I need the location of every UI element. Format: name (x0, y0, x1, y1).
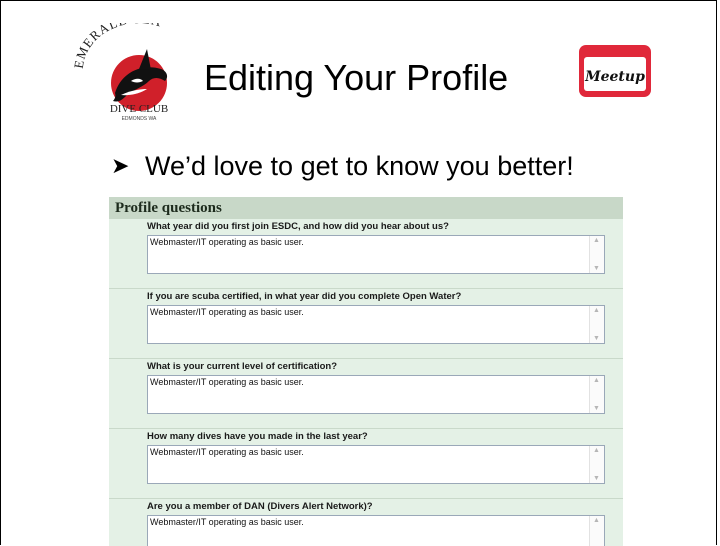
question-row: What year did you first join ESDC, and h… (109, 219, 623, 289)
meetup-badge: Meetup (579, 45, 651, 97)
answer-text: Webmaster/IT operating as basic user. (150, 377, 304, 387)
answer-textarea[interactable]: Webmaster/IT operating as basic user. ▲ … (147, 305, 605, 344)
answer-textarea[interactable]: Webmaster/IT operating as basic user. ▲ … (147, 515, 605, 546)
dive-club-logo: EMERALD SEA DIVE CLUB EDMONDS WA (71, 23, 168, 122)
answer-text: Webmaster/IT operating as basic user. (150, 307, 304, 317)
textarea-scrollbar[interactable]: ▲ ▼ (589, 236, 604, 273)
scroll-up-icon[interactable]: ▲ (593, 237, 600, 244)
arrow-right-icon: ➤ (111, 153, 130, 178)
bullet-text: We’d love to get to know you better! (145, 151, 574, 181)
question-row: Are you a member of DAN (Divers Alert Ne… (109, 499, 623, 546)
bullet-item: ➤ We’d love to get to know you better! (111, 151, 574, 182)
answer-textarea[interactable]: Webmaster/IT operating as basic user. ▲ … (147, 445, 605, 484)
profile-questions-heading: Profile questions (109, 197, 623, 219)
slide: EMERALD SEA DIVE CLUB EDMONDS WA Editing… (0, 0, 717, 546)
question-row: How many dives have you made in the last… (109, 429, 623, 499)
textarea-scrollbar[interactable]: ▲ ▼ (589, 376, 604, 413)
scroll-down-icon[interactable]: ▼ (593, 335, 600, 342)
question-label: What year did you first join ESDC, and h… (147, 221, 449, 232)
logo-name-text: DIVE CLUB (110, 103, 168, 115)
scroll-up-icon[interactable]: ▲ (593, 307, 600, 314)
textarea-scrollbar[interactable]: ▲ ▼ (589, 516, 604, 546)
meetup-badge-text: Meetup (584, 69, 645, 85)
scroll-down-icon[interactable]: ▼ (593, 405, 600, 412)
answer-textarea[interactable]: Webmaster/IT operating as basic user. ▲ … (147, 235, 605, 274)
answer-text: Webmaster/IT operating as basic user. (150, 447, 304, 457)
scroll-up-icon[interactable]: ▲ (593, 447, 600, 454)
answer-textarea[interactable]: Webmaster/IT operating as basic user. ▲ … (147, 375, 605, 414)
question-label: If you are scuba certified, in what year… (147, 291, 462, 302)
slide-title: Editing Your Profile (204, 57, 509, 98)
profile-questions-panel: Profile questions What year did you firs… (109, 197, 623, 546)
question-label: Are you a member of DAN (Divers Alert Ne… (147, 501, 373, 512)
logo-location-text: EDMONDS WA (122, 116, 157, 122)
answer-text: Webmaster/IT operating as basic user. (150, 237, 304, 247)
question-row: If you are scuba certified, in what year… (109, 289, 623, 359)
scroll-up-icon[interactable]: ▲ (593, 377, 600, 384)
scroll-up-icon[interactable]: ▲ (593, 517, 600, 524)
scroll-down-icon[interactable]: ▼ (593, 475, 600, 482)
textarea-scrollbar[interactable]: ▲ ▼ (589, 306, 604, 343)
textarea-scrollbar[interactable]: ▲ ▼ (589, 446, 604, 483)
answer-text: Webmaster/IT operating as basic user. (150, 517, 304, 527)
question-label: How many dives have you made in the last… (147, 431, 368, 442)
question-label: What is your current level of certificat… (147, 361, 338, 372)
question-row: What is your current level of certificat… (109, 359, 623, 429)
scroll-down-icon[interactable]: ▼ (593, 265, 600, 272)
